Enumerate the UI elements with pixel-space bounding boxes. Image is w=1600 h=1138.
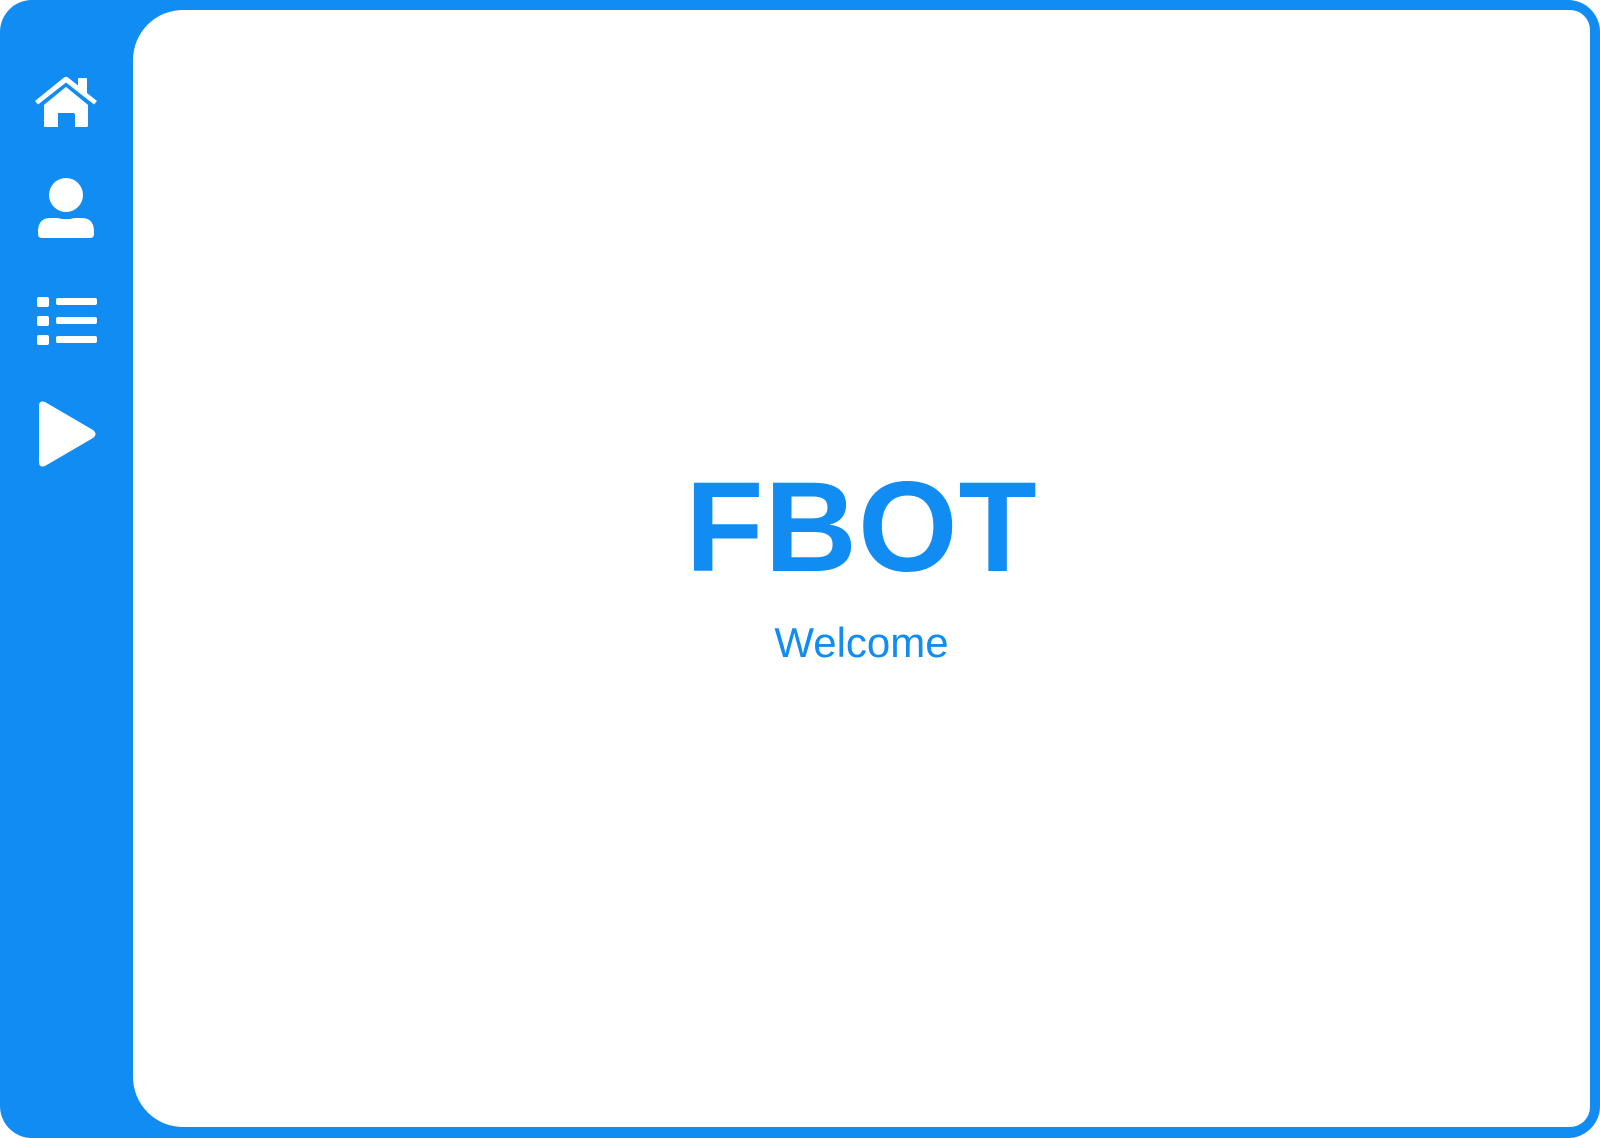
sidebar-item-play[interactable] [26,394,106,474]
sidebar [0,0,133,1138]
welcome-text: Welcome [774,618,949,666]
app-title: FBOT [685,455,1038,599]
welcome-block: FBOT Welcome [133,10,1590,1127]
sidebar-item-profile[interactable] [26,170,106,250]
sidebar-item-list[interactable] [26,280,106,360]
app-window: FBOT Welcome [0,0,1600,1138]
sidebar-item-home[interactable] [26,62,106,142]
user-icon [33,176,99,244]
home-icon [31,73,101,131]
play-icon [32,396,100,472]
list-icon [33,293,99,347]
